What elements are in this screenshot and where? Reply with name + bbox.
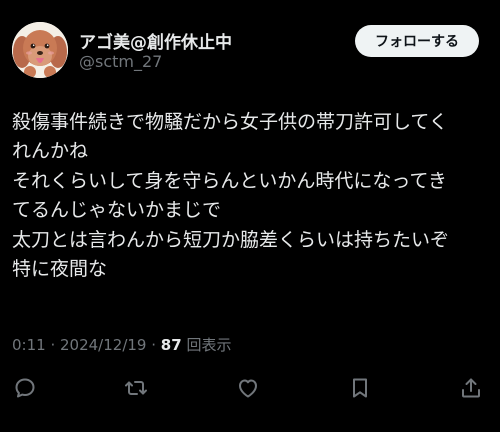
share-button[interactable] xyxy=(454,371,488,405)
tweet-card: アゴ美@創作休止中 @sctm_27 フォローする 殺傷事件続きで物騒だから女子… xyxy=(0,0,500,432)
like-button[interactable] xyxy=(231,371,265,405)
follow-button[interactable]: フォローする xyxy=(355,25,479,57)
user-handle[interactable]: @sctm_27 xyxy=(79,52,162,71)
reply-button[interactable] xyxy=(8,371,42,405)
tweet-date[interactable]: 2024/12/19 xyxy=(60,336,146,354)
tweet-text-line: 太刀とは言わんから短刀か脇差くらいは持ちたいぞ xyxy=(12,228,450,251)
tweet-text: 殺傷事件続きで物騒だから女子供の帯刀許可してく れんかね それくらいして身を守ら… xyxy=(12,108,494,284)
display-name[interactable]: アゴ美@創作休止中 xyxy=(79,28,232,53)
share-icon xyxy=(462,378,480,398)
heart-icon xyxy=(239,379,257,398)
tweet-text-line: 殺傷事件続きで物騒だから女子供の帯刀許可してく xyxy=(12,111,448,133)
tweet-meta: 0:11 · 2024/12/19 · 87 回表示 xyxy=(12,334,231,355)
action-bar xyxy=(0,371,500,405)
bookmark-icon xyxy=(353,378,367,398)
retweet-icon xyxy=(125,381,147,395)
avatar-image xyxy=(12,22,68,78)
tweet-text-line: 特に夜間な xyxy=(12,258,108,281)
tweet-text-line: てるんじゃないかまじで xyxy=(12,199,222,222)
tweet-text-line: れんかね xyxy=(12,140,89,163)
view-label: 回表示 xyxy=(186,336,232,354)
retweet-button[interactable] xyxy=(119,371,153,405)
bookmark-button[interactable] xyxy=(343,371,377,405)
view-count: 87 xyxy=(160,336,182,354)
meta-separator: · xyxy=(146,336,161,354)
reply-icon xyxy=(15,378,35,398)
meta-separator: · xyxy=(45,336,60,354)
tweet-time[interactable]: 0:11 xyxy=(12,336,46,354)
avatar[interactable] xyxy=(12,22,68,78)
tweet-text-line: それくらいして身を守らんといかん時代になってき xyxy=(12,169,447,192)
